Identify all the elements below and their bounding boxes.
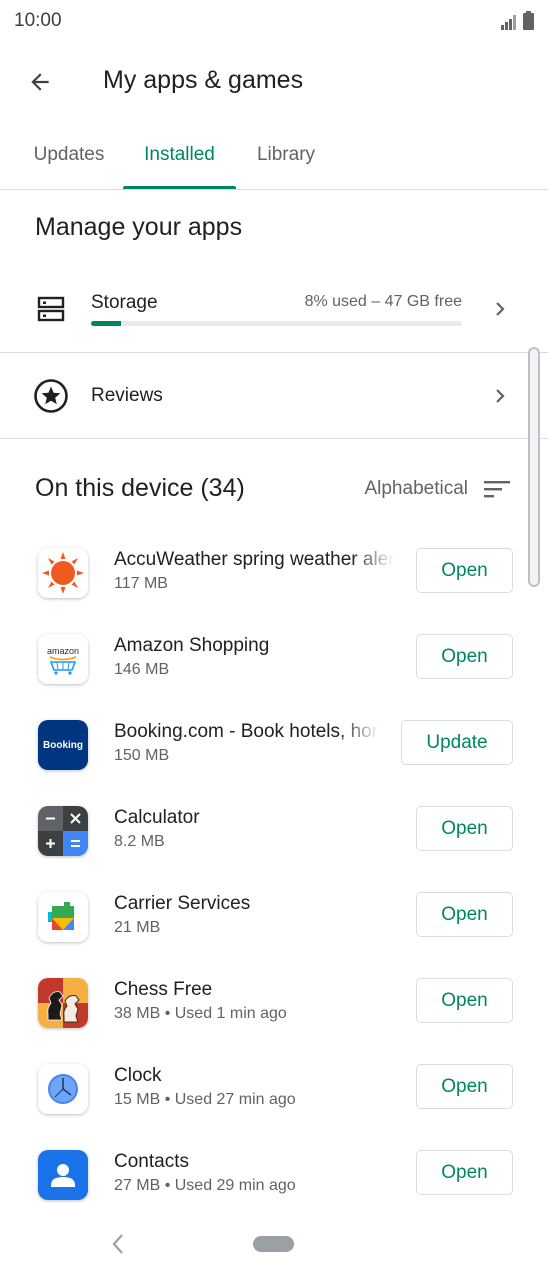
nav-back-button[interactable] xyxy=(110,1232,126,1261)
app-list-item[interactable]: Carrier Services 21 MB Open xyxy=(0,892,548,978)
svg-text:amazon: amazon xyxy=(47,646,79,656)
star-circle-icon xyxy=(33,378,69,414)
amazon-icon: amazon xyxy=(38,634,88,684)
storage-label: Storage xyxy=(91,292,158,313)
open-button[interactable]: Open xyxy=(416,1150,513,1195)
app-usage: 15 MB • Used 27 min ago xyxy=(114,1091,296,1108)
app-usage: 27 MB • Used 29 min ago xyxy=(114,1177,296,1194)
open-button[interactable]: Open xyxy=(416,634,513,679)
status-bar: 10:00 xyxy=(0,0,548,44)
storage-chevron-icon xyxy=(492,301,508,317)
app-list-item[interactable]: AccuWeather spring weather alerts 117 MB… xyxy=(0,548,548,634)
chess-icon xyxy=(38,978,88,1028)
tab-bar: Updates Installed Library xyxy=(0,120,548,190)
tab-indicator xyxy=(123,186,236,189)
status-time: 10:00 xyxy=(14,10,62,31)
nav-home-pill[interactable] xyxy=(253,1236,294,1252)
device-section-title: On this device (34) xyxy=(35,474,245,502)
open-button[interactable]: Open xyxy=(416,978,513,1023)
tab-updates[interactable]: Updates xyxy=(16,120,122,190)
app-name: Contacts xyxy=(114,1151,189,1172)
open-button[interactable]: Open xyxy=(416,548,513,593)
storage-row[interactable] xyxy=(0,270,548,352)
storage-progress-fill xyxy=(91,321,121,326)
storage-progress-bar xyxy=(91,321,462,326)
divider xyxy=(0,438,548,439)
reviews-label: Reviews xyxy=(91,385,163,406)
tab-installed[interactable]: Installed xyxy=(123,120,236,190)
app-list-item[interactable]: amazon Amazon Shopping 146 MB Open xyxy=(0,634,548,720)
open-button[interactable]: Open xyxy=(416,1064,513,1109)
app-list-item[interactable]: Calculator 8.2 MB Open xyxy=(0,806,548,892)
contacts-icon xyxy=(38,1150,88,1200)
booking-icon: Booking xyxy=(38,720,88,770)
chevron-left-icon xyxy=(112,1234,123,1254)
sort-button[interactable]: Alphabetical xyxy=(364,478,510,500)
app-name: Amazon Shopping xyxy=(114,635,270,656)
manage-section-title: Manage your apps xyxy=(35,213,243,241)
svg-text:Booking: Booking xyxy=(43,740,83,751)
back-button[interactable] xyxy=(20,62,60,102)
storage-icon xyxy=(36,294,66,324)
sort-label: Alphabetical xyxy=(364,478,468,499)
arrow-back-icon xyxy=(31,73,49,91)
update-button[interactable]: Update xyxy=(401,720,513,765)
tab-library[interactable]: Library xyxy=(240,120,332,190)
app-size: 8.2 MB xyxy=(114,833,165,850)
app-list-item[interactable]: Booking Booking.com - Book hotels, homes… xyxy=(0,720,548,806)
app-list-item[interactable]: Clock 15 MB • Used 27 min ago Open xyxy=(0,1064,548,1150)
accuweather-icon xyxy=(38,548,88,598)
carrier-services-icon xyxy=(38,892,88,942)
page-title: My apps & games xyxy=(103,66,304,94)
open-button[interactable]: Open xyxy=(416,806,513,851)
app-size: 117 MB xyxy=(114,575,168,592)
app-usage: 38 MB • Used 1 min ago xyxy=(114,1005,287,1022)
app-name: Clock xyxy=(114,1065,162,1086)
app-name: Carrier Services xyxy=(114,893,251,914)
app-name: AccuWeather spring weather alerts xyxy=(114,549,394,570)
app-name: Calculator xyxy=(114,807,200,828)
app-list-item[interactable]: Chess Free 38 MB • Used 1 min ago Open xyxy=(0,978,548,1064)
reviews-chevron-icon xyxy=(492,388,508,404)
app-name: Booking.com - Book hotels, homes xyxy=(114,721,379,742)
app-name: Chess Free xyxy=(114,979,213,1000)
reviews-row[interactable]: Reviews xyxy=(0,353,548,438)
clock-icon xyxy=(38,1064,88,1114)
calculator-icon xyxy=(38,806,88,856)
app-size: 21 MB xyxy=(114,919,161,936)
sort-icon xyxy=(484,481,510,498)
signal-icon xyxy=(501,15,516,30)
battery-icon xyxy=(523,11,534,30)
app-size: 150 MB xyxy=(114,747,170,764)
storage-usage-text: 8% used – 47 GB free xyxy=(304,293,462,310)
open-button[interactable]: Open xyxy=(416,892,513,937)
status-icons xyxy=(501,11,534,30)
system-nav-bar xyxy=(0,1214,548,1278)
app-bar: My apps & games xyxy=(0,44,548,120)
app-size: 146 MB xyxy=(114,661,170,678)
